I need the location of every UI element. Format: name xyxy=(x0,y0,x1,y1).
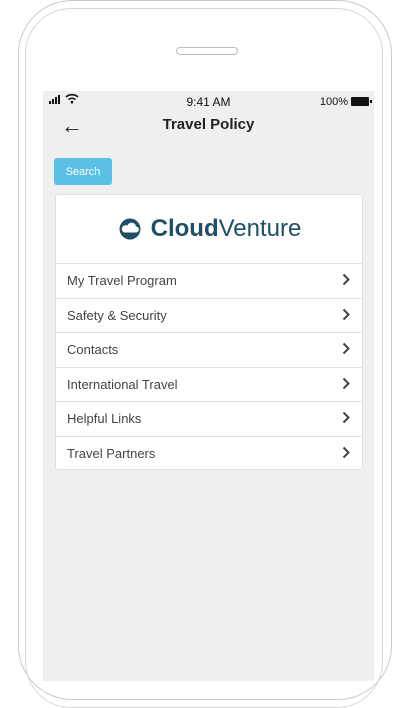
chevron-right-icon xyxy=(342,377,350,389)
status-bar: 9:41 AM 100% xyxy=(43,91,374,113)
brand-name-part1: Cloud xyxy=(150,215,219,242)
menu-item-helpful-links[interactable]: Helpful Links xyxy=(56,402,362,437)
brand-logo: CloudVenture xyxy=(56,195,362,264)
menu-item-label: Helpful Links xyxy=(67,411,142,427)
menu-item-label: My Travel Program xyxy=(67,273,177,289)
menu-card: CloudVenture My Travel Program Safety & … xyxy=(55,194,363,470)
chevron-right-icon xyxy=(342,446,350,458)
brand-name-part2: Venture xyxy=(218,215,302,242)
menu-item-label: Safety & Security xyxy=(67,307,167,323)
chevron-right-icon xyxy=(342,308,350,320)
chevron-right-icon xyxy=(342,342,350,355)
menu-item-travel-partners[interactable]: Travel Partners xyxy=(56,437,362,472)
chevron-right-icon xyxy=(342,411,350,424)
menu-item-label: International Travel xyxy=(67,376,178,392)
speaker-grille xyxy=(176,47,238,55)
search-button[interactable]: Search xyxy=(54,158,112,185)
menu-item-international-travel[interactable]: International Travel xyxy=(56,368,362,402)
menu-item-label: Contacts xyxy=(67,342,119,358)
brand-name: CloudVenture xyxy=(151,215,302,243)
menu-item-label: Travel Partners xyxy=(67,446,156,462)
chevron-right-icon xyxy=(342,273,350,286)
menu-item-my-travel-program[interactable]: My Travel Program xyxy=(56,264,362,299)
cloud-logo-icon xyxy=(119,218,141,240)
app-screen: 9:41 AM 100% ← Travel Policy Search Clou… xyxy=(43,91,374,681)
menu-item-safety-security[interactable]: Safety & Security xyxy=(56,299,362,333)
battery-percent: 100% xyxy=(319,96,348,108)
navigation-bar: ← Travel Policy xyxy=(43,113,374,141)
page-title: Travel Policy xyxy=(162,116,255,133)
menu-item-contacts[interactable]: Contacts xyxy=(56,333,362,368)
battery-icon xyxy=(351,97,372,106)
